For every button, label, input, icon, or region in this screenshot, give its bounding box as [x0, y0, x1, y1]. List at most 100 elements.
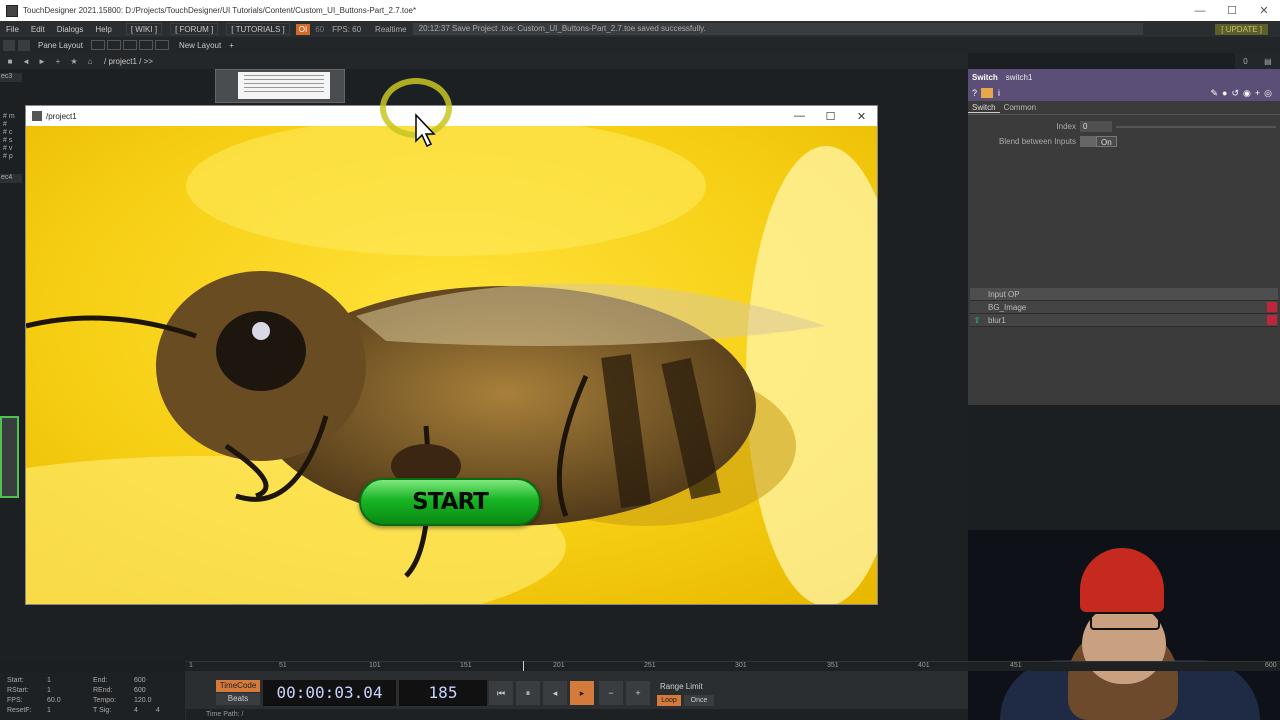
stop-icon[interactable]: ■	[4, 56, 16, 67]
pane-icon[interactable]	[3, 39, 15, 51]
timecode-display[interactable]: 00:00:03.04	[263, 680, 396, 706]
end-value[interactable]: 600	[134, 677, 146, 684]
realtime-toggle[interactable]: Realtime	[375, 25, 407, 34]
param-index-row: Index 0	[968, 119, 1280, 134]
start-value[interactable]: 1	[47, 677, 51, 684]
oi-badge[interactable]: OI	[295, 23, 311, 35]
tsig-value-b[interactable]: 4	[156, 707, 160, 714]
ruler-tick: 251	[644, 662, 656, 669]
update-button[interactable]: [ UPDATE ]	[1215, 23, 1268, 35]
help-icon[interactable]: ?	[972, 88, 977, 98]
input-op-row[interactable]: ⇧ blur1	[970, 314, 1278, 327]
home-icon[interactable]: ⌂	[84, 56, 96, 67]
text-line: # s	[3, 137, 13, 144]
remove-input-icon[interactable]	[1267, 315, 1277, 325]
parameter-tool-icons[interactable]: ✎●↺◉+◎	[1211, 88, 1276, 99]
document-node-thumbnail[interactable]	[215, 69, 345, 103]
add-icon[interactable]: +	[52, 56, 64, 67]
pane-move-icon[interactable]	[18, 39, 30, 51]
python-help-icon[interactable]	[981, 88, 994, 98]
param-index-value[interactable]: 0	[1080, 121, 1112, 132]
pause-icon[interactable]: ⏸	[516, 681, 540, 705]
perform-window-controls: — ☐ ✕	[784, 106, 877, 126]
forum-button[interactable]: [ FORUM ]	[170, 23, 219, 35]
resetf-label: ResetF:	[7, 707, 32, 714]
text-line: #	[3, 121, 7, 128]
rend-label: REnd:	[93, 687, 113, 694]
timeline-ruler[interactable]: 1 51 101 151 201 251 301 351 401 451 600	[185, 661, 1280, 671]
timecode-mode-button[interactable]: TimeCode	[216, 680, 260, 692]
frame-display[interactable]: 185	[399, 680, 487, 706]
rend-value[interactable]: 600	[134, 687, 146, 694]
param-blend-label: Blend between Inputs	[999, 137, 1076, 146]
remove-input-icon[interactable]	[1267, 302, 1277, 312]
network-path[interactable]: / project1 / >>	[104, 57, 153, 66]
tsig-value-a[interactable]: 4	[134, 707, 138, 714]
menu-edit[interactable]: Edit	[25, 25, 51, 34]
touchdesigner-app-icon	[6, 4, 18, 17]
close-icon[interactable]: ✕	[1248, 0, 1280, 21]
maximize-icon[interactable]: ☐	[815, 106, 846, 126]
add-layout-icon[interactable]: +	[229, 41, 234, 50]
start-button[interactable]: START	[359, 478, 541, 526]
step-minus-icon[interactable]: −	[599, 681, 623, 705]
star-icon[interactable]: ★	[68, 56, 80, 67]
selected-node[interactable]	[0, 416, 19, 498]
ruler-tick: 1	[189, 662, 193, 669]
input-op-row[interactable]: BG_Image	[970, 301, 1278, 314]
once-button[interactable]: Once	[684, 695, 714, 706]
layout-option[interactable]	[138, 40, 153, 50]
input-op-label: BG_Image	[988, 302, 1027, 312]
tab-switch[interactable]: Switch	[968, 103, 1000, 113]
param-index-slider[interactable]	[1116, 125, 1276, 128]
timeline-playhead[interactable]	[523, 661, 524, 671]
maximize-icon[interactable]: ☐	[1216, 0, 1248, 21]
close-icon[interactable]: ✕	[846, 106, 877, 126]
param-blend-toggle[interactable]: On	[1080, 136, 1117, 147]
menu-help[interactable]: Help	[89, 25, 117, 34]
minimize-icon[interactable]: —	[1184, 0, 1216, 21]
tempo-value[interactable]: 120.0	[134, 697, 152, 704]
network-node[interactable]: ec4	[0, 174, 22, 183]
pane-layout-label[interactable]: Pane Layout	[38, 41, 83, 50]
op-name-field[interactable]: switch1	[1006, 73, 1033, 82]
list-view-icon[interactable]: ▤	[1264, 57, 1272, 66]
window-titlebar: TouchDesigner 2021.15800: D:/Projects/To…	[0, 0, 1280, 21]
resetf-value[interactable]: 1	[47, 707, 51, 714]
loop-button[interactable]: Loop	[657, 695, 681, 706]
text-dat-node[interactable]: # m # # c # s # v # p	[3, 113, 25, 171]
tutorials-button[interactable]: [ TUTORIALS ]	[226, 23, 290, 35]
fps-value[interactable]: 60.0	[47, 697, 61, 704]
rewind-icon[interactable]: ⏮	[489, 681, 513, 705]
menu-dialogs[interactable]: Dialogs	[51, 25, 90, 34]
webcam-presenter-glasses	[1090, 612, 1160, 630]
step-back-icon[interactable]: ◂	[543, 681, 567, 705]
wiki-button[interactable]: [ WIKI ]	[125, 23, 163, 35]
ruler-tick: 101	[369, 662, 381, 669]
param-blend-value: On	[1096, 136, 1117, 147]
new-layout-label[interactable]: New Layout	[179, 41, 221, 50]
forward-icon[interactable]: ►	[36, 56, 48, 67]
layout-option[interactable]	[154, 40, 169, 50]
step-plus-icon[interactable]: +	[626, 681, 650, 705]
tab-common[interactable]: Common	[1000, 103, 1040, 112]
perform-window-title: /project1	[46, 111, 77, 121]
beats-mode-button[interactable]: Beats	[216, 693, 260, 705]
param-index-label: Index	[1056, 122, 1076, 131]
layout-option[interactable]	[122, 40, 137, 50]
back-icon[interactable]: ◄	[20, 56, 32, 67]
rstart-value[interactable]: 1	[47, 687, 51, 694]
input-op-label: blur1	[988, 315, 1006, 325]
bee-photo	[26, 126, 877, 604]
network-node[interactable]: ec3	[0, 73, 22, 82]
play-icon[interactable]: ▸	[570, 681, 594, 705]
text-line: # c	[3, 129, 13, 136]
input-op-list: Input OP BG_Image ⇧ blur1	[970, 288, 1278, 327]
layout-option[interactable]	[90, 40, 105, 50]
info-icon[interactable]: i	[998, 88, 1000, 98]
fps-dim-value: 60	[315, 24, 325, 34]
pane-right-controls: 0 ▤	[1235, 53, 1280, 69]
menu-file[interactable]: File	[0, 25, 25, 34]
layout-option[interactable]	[106, 40, 121, 50]
minimize-icon[interactable]: —	[784, 106, 815, 126]
